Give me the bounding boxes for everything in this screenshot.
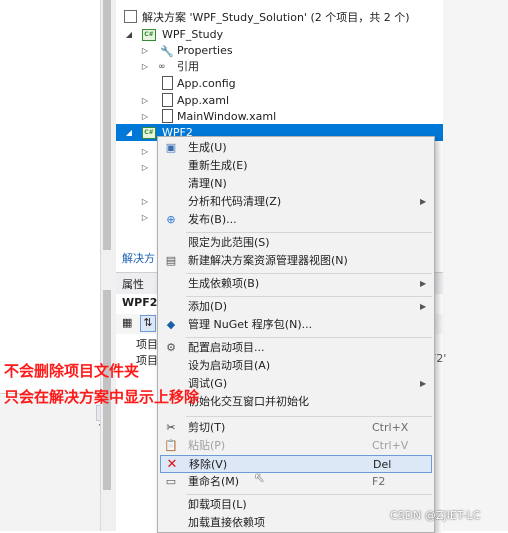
menu-separator xyxy=(186,232,432,233)
alphabetical-icon[interactable]: ⇅ xyxy=(140,315,156,332)
csharp-project-icon: C# xyxy=(142,29,156,41)
submenu-arrow-icon: ▶ xyxy=(420,379,427,388)
menu-item-label: 初始化交互窗口并初始化 xyxy=(188,395,309,408)
menu-item-cut[interactable]: ✂ 剪切(T) Ctrl+X xyxy=(158,419,434,437)
cut-icon: ✂ xyxy=(166,421,176,434)
tree-item-label: App.config xyxy=(177,77,236,90)
mouse-cursor-icon: ↖ xyxy=(254,471,265,486)
shortcut-label: Del xyxy=(373,458,392,471)
tree-item-label: 引用 xyxy=(177,60,199,73)
menu-item-label: 移除(V) xyxy=(189,458,228,471)
scrollbar-thumb[interactable] xyxy=(103,0,111,250)
collapse-icon[interactable]: ◢ xyxy=(124,26,134,43)
expand-icon[interactable]: ▷ xyxy=(140,108,150,125)
rename-icon: ▭ xyxy=(165,475,177,488)
left-lower-pane xyxy=(0,395,100,531)
config-file-icon xyxy=(162,76,173,90)
menu-item-label: 剪切(T) xyxy=(188,421,226,434)
menu-item-label: 重命名(M) xyxy=(188,475,240,488)
menu-item-rebuild[interactable]: 重新生成(E) xyxy=(158,157,434,175)
menu-item-new-view[interactable]: ▤ 新建解决方案资源管理器视图(N) xyxy=(158,252,434,270)
menu-item-label: 生成(U) xyxy=(188,141,227,154)
expand-icon[interactable]: ▷ xyxy=(140,209,150,226)
menu-item-add[interactable]: 添加(D) ▶ xyxy=(158,298,434,316)
expand-icon[interactable]: ▷ xyxy=(140,58,150,75)
menu-item-label: 重新生成(E) xyxy=(188,159,248,172)
menu-item-label: 限定为此范围(S) xyxy=(188,236,270,249)
new-view-icon: ▤ xyxy=(165,254,177,267)
expand-icon[interactable]: ▷ xyxy=(140,193,150,210)
menu-item-dependencies[interactable]: 生成依赖项(B) ▶ xyxy=(158,275,434,293)
expand-icon[interactable]: ▷ xyxy=(140,143,150,160)
remove-icon: ✕ xyxy=(166,457,178,472)
menu-separator xyxy=(186,273,432,274)
menu-item-label: 设为启动项目(A) xyxy=(188,359,271,372)
expand-icon[interactable]: ▷ xyxy=(140,92,150,109)
tab-label: 解决方 xyxy=(122,252,155,265)
menu-item-label: 粘贴(P) xyxy=(188,439,226,452)
solution-icon xyxy=(124,10,137,23)
expand-icon[interactable]: ▷ xyxy=(140,159,150,176)
annotation-line-1: 不会删除项目文件夹 xyxy=(4,362,140,380)
csharp-project-icon: C# xyxy=(142,127,156,139)
menu-item-debug[interactable]: 调试(G) ▶ xyxy=(158,375,434,393)
shortcut-label: Ctrl+V xyxy=(372,439,409,452)
wrench-icon: 🔧 xyxy=(160,45,174,58)
menu-item-label: 发布(B)... xyxy=(188,213,237,226)
menu-separator xyxy=(186,337,432,338)
menu-item-set-startup[interactable]: 设为启动项目(A) xyxy=(158,357,434,375)
menu-item-configure-startup[interactable]: ⚙ 配置启动项目... xyxy=(158,339,434,357)
menu-item-clean[interactable]: 清理(N) xyxy=(158,175,434,193)
tree-item-label: App.xaml xyxy=(177,94,230,107)
properties-title: 属性 xyxy=(122,278,144,291)
nuget-icon: ◆ xyxy=(166,318,176,331)
paste-icon: 📋 xyxy=(164,439,178,452)
xaml-file-icon xyxy=(162,93,173,107)
menu-separator xyxy=(186,416,432,417)
submenu-arrow-icon: ▶ xyxy=(420,279,427,288)
gear-icon: ⚙ xyxy=(166,341,176,354)
watermark: CSDN @ZJIET-LC xyxy=(390,509,481,522)
menu-item-label: 生成依赖项(B) xyxy=(188,277,260,290)
menu-item-paste[interactable]: 📋 粘贴(P) Ctrl+V xyxy=(158,437,434,455)
menu-item-remove[interactable]: ✕ 移除(V) Del xyxy=(160,455,432,473)
menu-item-interactive[interactable]: 初始化交互窗口并初始化 xyxy=(158,393,434,411)
submenu-arrow-icon: ▶ xyxy=(420,302,427,311)
categorized-icon[interactable]: ▦ xyxy=(122,316,132,329)
right-margin xyxy=(443,0,508,531)
collapse-icon[interactable]: ◢ xyxy=(124,124,134,141)
menu-separator xyxy=(186,296,432,297)
xaml-file-icon xyxy=(162,109,173,123)
menu-item-label: 配置启动项目... xyxy=(188,341,265,354)
expand-icon[interactable]: ▷ xyxy=(140,42,150,59)
shortcut-label: F2 xyxy=(372,475,386,488)
build-icon: ▣ xyxy=(165,141,177,154)
menu-item-label: 新建解决方案资源管理器视图(N) xyxy=(188,254,348,267)
property-name: 项目 xyxy=(136,354,158,367)
menu-item-label: 管理 NuGet 程序包(N)... xyxy=(188,318,313,331)
menu-item-build[interactable]: ▣ 生成(U) xyxy=(158,139,434,157)
menu-separator xyxy=(186,494,432,495)
context-menu: ▣ 生成(U) 重新生成(E) 清理(N) 分析和代码清理(Z) ▶ ⊕ 发布(… xyxy=(157,136,435,533)
properties-object-name: WPF2 xyxy=(122,296,158,309)
menu-item-label: 清理(N) xyxy=(188,177,227,190)
solution-label: 解决方案 'WPF_Study_Solution' (2 个项目，共 2 个) xyxy=(142,11,410,24)
menu-item-scope[interactable]: 限定为此范围(S) xyxy=(158,234,434,252)
references-icon: ∞ xyxy=(158,62,166,72)
menu-item-nuget[interactable]: ◆ 管理 NuGet 程序包(N)... xyxy=(158,316,434,334)
menu-item-analyze[interactable]: 分析和代码清理(Z) ▶ xyxy=(158,193,434,211)
project-label: WPF_Study xyxy=(162,28,224,41)
tree-item-label: MainWindow.xaml xyxy=(177,110,277,123)
menu-item-label: 加载直接依赖项 xyxy=(188,516,265,529)
menu-item-publish[interactable]: ⊕ 发布(B)... xyxy=(158,211,434,229)
shortcut-label: Ctrl+X xyxy=(372,421,409,434)
menu-item-label: 添加(D) xyxy=(188,300,228,313)
annotation-line-2: 只会在解决方案中显示上移除 xyxy=(4,388,200,406)
menu-item-label: 分析和代码清理(Z) xyxy=(188,195,282,208)
submenu-arrow-icon: ▶ xyxy=(420,197,427,206)
menu-item-label: 卸载项目(L) xyxy=(188,498,247,511)
menu-item-rename[interactable]: ▭ 重命名(M) F2 xyxy=(158,473,434,491)
tree-item-label: Properties xyxy=(177,44,233,57)
publish-icon: ⊕ xyxy=(166,213,176,226)
